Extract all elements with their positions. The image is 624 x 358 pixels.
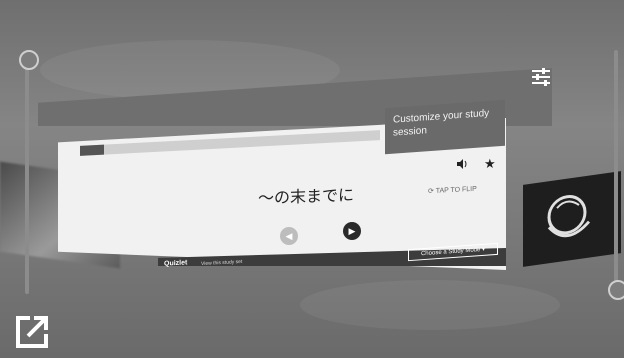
star-icon[interactable]: ★ [484,156,496,172]
tooltip-text: Customize your study session [393,107,490,139]
customize-tooltip: Customize your study session [385,99,505,155]
previous-card-button[interactable]: ◀ [280,227,298,245]
arrow-right-icon: ▶ [348,226,356,236]
study-mode-label: Choose a Study Mode ▾ [420,246,486,258]
flashcard-term: 〜の末までに [258,187,355,208]
arrow-left-icon: ◀ [285,231,293,241]
progress-bar-fill [80,144,104,156]
study-panel: Customize your study session ★ 〜の末までに ⟳ … [0,0,624,358]
next-card-button[interactable]: ▶ [343,222,361,240]
sliders-icon[interactable] [530,66,552,88]
speaker-icon[interactable] [456,158,468,170]
brand-logo: Quizlet [164,259,188,268]
external-link-icon[interactable] [14,312,52,350]
flip-icon: ⟳ [428,187,436,196]
ar-viewport: Customize your study session ★ 〜の末までに ⟳ … [0,0,624,358]
